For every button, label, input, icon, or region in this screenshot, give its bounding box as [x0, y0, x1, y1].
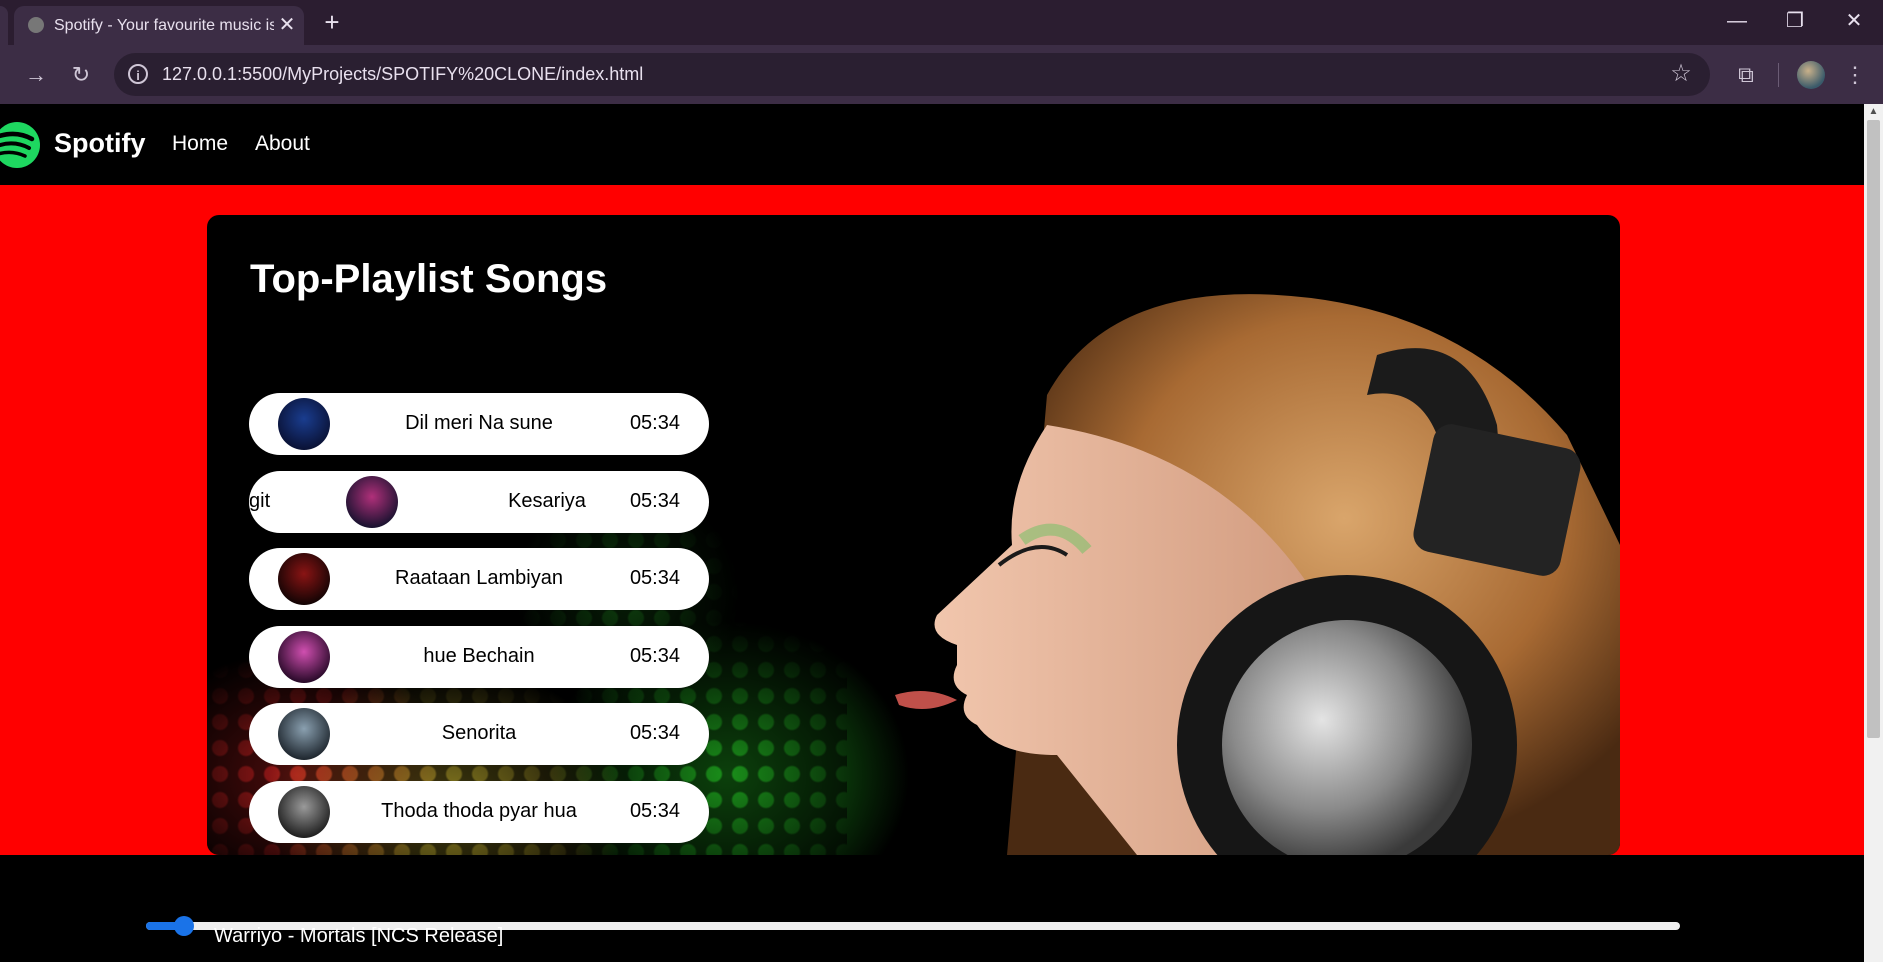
- brand-name[interactable]: Spotify: [54, 128, 146, 159]
- minimize-button[interactable]: —: [1717, 6, 1757, 36]
- page-viewport: Spotify Home About Top-Playlist Songs Di…: [0, 104, 1864, 962]
- profile-avatar[interactable]: [1797, 61, 1825, 89]
- tab-title: Spotify - Your favourite music is here: [54, 17, 274, 34]
- song-duration: 05:34: [629, 567, 680, 589]
- scrollbar-thumb[interactable]: [1867, 120, 1880, 738]
- song-duration: 05:34: [629, 489, 680, 512]
- extensions-icon[interactable]: ⧉: [1730, 59, 1762, 91]
- browser-tab-strip: Spotify - Your favourite music is here ✕…: [0, 0, 1883, 45]
- page-title: Top-Playlist Songs: [250, 257, 608, 301]
- url-text[interactable]: 127.0.0.1:5500/MyProjects/SPOTIFY%20CLON…: [162, 64, 643, 85]
- song-item[interactable]: Raataan Lambiyan 05:34: [249, 548, 709, 610]
- song-item[interactable]: hue Bechain 05:34: [249, 625, 709, 688]
- song-item[interactable]: Senorita 05:34: [249, 703, 709, 765]
- song-item[interactable]: Thoda thoda pyar hua 05:34: [249, 780, 709, 843]
- progress-slider-thumb[interactable]: [174, 916, 195, 936]
- song-name: Kesariya: [508, 489, 586, 512]
- globe-icon: [28, 17, 44, 33]
- scroll-up-arrow-icon[interactable]: ▲: [1864, 104, 1883, 120]
- now-playing-title: Warriyo - Mortals [NCS Release]: [214, 925, 504, 947]
- reload-icon[interactable]: ↻: [65, 59, 97, 91]
- song-duration: 05:34: [629, 644, 680, 667]
- new-tab-button[interactable]: +: [318, 8, 346, 36]
- player-bar: Warriyo - Mortals [NCS Release]: [0, 855, 1864, 962]
- active-tab[interactable]: Spotify - Your favourite music is here ✕: [14, 6, 304, 45]
- woman-with-headphones-image: [895, 294, 1620, 855]
- song-prefix-text: git: [249, 489, 271, 512]
- browser-toolbar: → ↻ i 127.0.0.1:5500/MyProjects/SPOTIFY%…: [0, 45, 1883, 104]
- previous-tab-edge[interactable]: [0, 6, 8, 45]
- close-tab-icon[interactable]: ✕: [274, 12, 300, 38]
- song-duration: 05:34: [629, 799, 680, 822]
- address-bar[interactable]: i 127.0.0.1:5500/MyProjects/SPOTIFY%20CL…: [114, 53, 1710, 96]
- kebab-menu-icon[interactable]: ⋮: [1843, 59, 1867, 91]
- nav-link-about[interactable]: About: [255, 132, 310, 156]
- bookmark-star-icon[interactable]: ☆: [1666, 59, 1696, 89]
- nav-link-home[interactable]: Home: [172, 132, 228, 156]
- restore-button[interactable]: ❐: [1775, 6, 1815, 36]
- song-duration: 05:34: [629, 722, 680, 744]
- page-scrollbar[interactable]: ▲: [1864, 104, 1883, 962]
- close-window-button[interactable]: ✕: [1834, 6, 1874, 36]
- song-item[interactable]: Dil meri Na sune 05:34: [249, 393, 709, 455]
- playlist-container: Top-Playlist Songs Dil meri Na sune 05:3…: [207, 215, 1620, 855]
- song-list: Dil meri Na sune 05:34 git Kesariya 05:3…: [249, 393, 709, 855]
- spotify-logo-icon[interactable]: [0, 120, 40, 170]
- forward-arrow-icon[interactable]: →: [20, 59, 52, 91]
- song-item[interactable]: git Kesariya 05:34: [249, 470, 709, 533]
- song-duration: 05:34: [629, 412, 680, 434]
- toolbar-divider: [1778, 63, 1779, 87]
- top-navbar: Spotify Home About: [0, 104, 1864, 185]
- site-info-icon[interactable]: i: [128, 64, 148, 84]
